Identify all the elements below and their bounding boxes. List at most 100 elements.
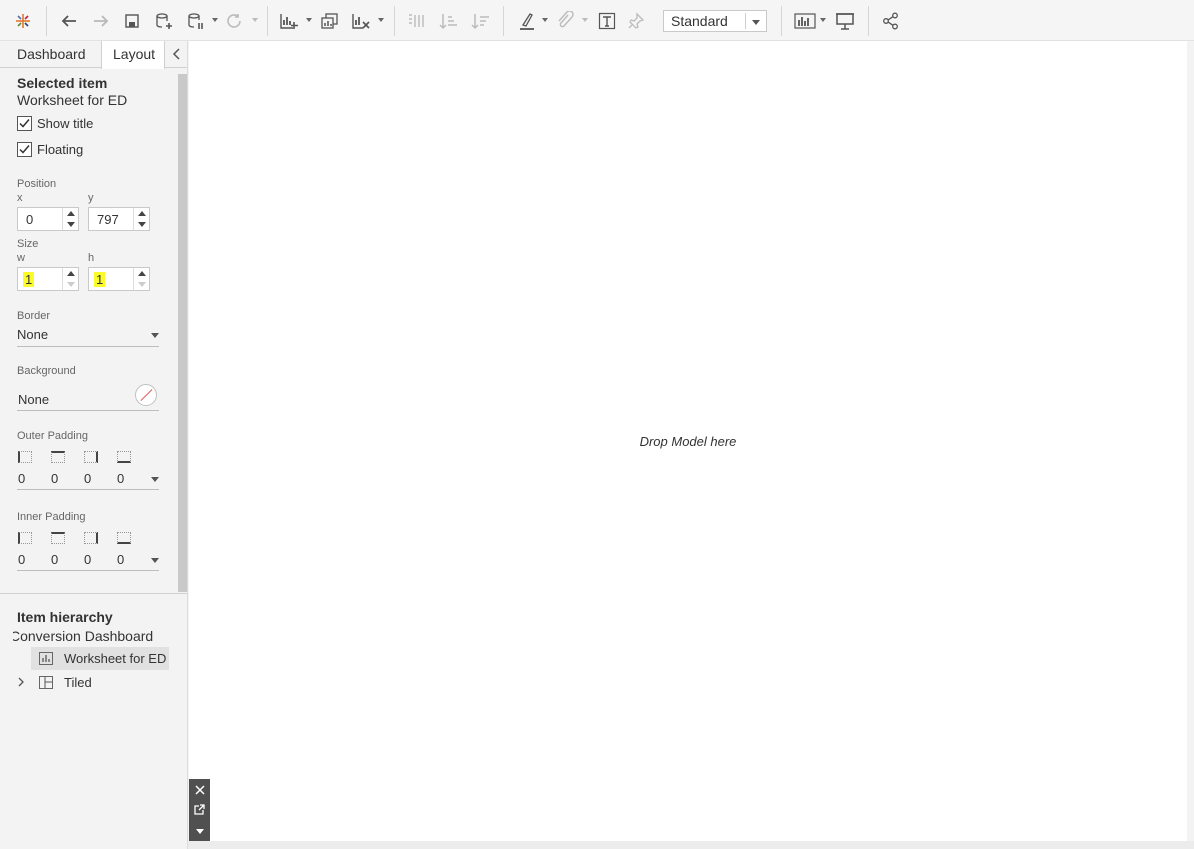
show-title-label: Show title xyxy=(37,116,94,131)
clear-sheet-icon[interactable] xyxy=(350,8,372,34)
hierarchy-item-label[interactable]: Tiled xyxy=(64,675,92,690)
floating-checkbox[interactable] xyxy=(17,142,32,157)
undo-icon[interactable] xyxy=(58,8,80,34)
presentation-mode-icon[interactable] xyxy=(834,8,856,34)
outer-padding-underline xyxy=(17,489,159,490)
selected-item-section: Selected item Worksheet for ED Show titl… xyxy=(0,74,187,592)
swap-rows-columns-icon[interactable] xyxy=(405,8,427,34)
item-hierarchy-section: Item hierarchy Conversion Dashboard Work… xyxy=(0,593,187,849)
height-stepper-buttons[interactable] xyxy=(133,268,149,290)
sort-descending-icon[interactable] xyxy=(470,8,492,34)
outer-padding-bottom: 0 xyxy=(117,471,125,486)
new-worksheet-dropdown[interactable] xyxy=(306,18,312,22)
tab-layout[interactable]: Layout xyxy=(101,41,165,69)
share-icon[interactable] xyxy=(880,8,902,34)
pad-left-icon xyxy=(18,451,32,463)
pad-bottom-icon xyxy=(117,451,131,463)
show-me-dropdown[interactable] xyxy=(820,18,826,22)
refresh-icon[interactable] xyxy=(224,8,244,34)
tableau-logo-icon[interactable] xyxy=(12,8,34,34)
width-stepper[interactable]: 1 xyxy=(17,267,79,291)
pad-top-icon xyxy=(51,532,65,544)
toolbar-separator xyxy=(46,6,47,36)
inner-padding-dropdown-icon[interactable] xyxy=(151,558,159,563)
border-select-value[interactable]: None xyxy=(17,327,48,342)
duplicate-sheet-icon[interactable] xyxy=(319,8,341,34)
highlight-dropdown[interactable] xyxy=(542,18,548,22)
selected-item-name: Worksheet for ED xyxy=(17,92,128,108)
pad-left-icon xyxy=(18,532,32,544)
border-underline xyxy=(17,346,159,347)
y-label: y xyxy=(88,192,94,204)
redo-icon[interactable] xyxy=(90,8,112,34)
height-stepper[interactable]: 1 xyxy=(88,267,150,291)
x-position-value: 0 xyxy=(26,212,34,227)
group-dropdown[interactable] xyxy=(582,18,588,22)
highlight-icon[interactable] xyxy=(516,8,538,34)
height-value: 1 xyxy=(94,272,106,287)
pause-updates-dropdown[interactable] xyxy=(212,18,218,22)
hierarchy-root[interactable]: Conversion Dashboard xyxy=(13,628,183,644)
x-position-stepper[interactable]: 0 xyxy=(17,207,79,231)
show-title-checkbox[interactable] xyxy=(17,116,32,131)
inner-padding-top: 0 xyxy=(51,552,59,567)
pad-right-icon xyxy=(84,451,98,463)
fit-dropdown[interactable]: Standard xyxy=(663,10,767,32)
y-stepper-buttons[interactable] xyxy=(133,208,149,230)
x-label: x xyxy=(17,192,23,204)
tab-dashboard[interactable]: Dashboard xyxy=(17,41,86,68)
clear-sheet-dropdown[interactable] xyxy=(378,18,384,22)
toolbar: Standard xyxy=(0,0,1194,41)
dashboard-canvas[interactable]: Drop Model here xyxy=(189,41,1187,841)
sort-ascending-icon[interactable] xyxy=(438,8,460,34)
collapse-panel-icon[interactable] xyxy=(170,47,184,61)
new-data-source-icon[interactable] xyxy=(154,8,174,34)
pad-right-icon xyxy=(84,532,98,544)
tiled-container-icon xyxy=(39,676,53,689)
outer-padding-top: 0 xyxy=(51,471,59,486)
no-color-swatch-icon[interactable] xyxy=(135,384,157,406)
more-options-icon[interactable] xyxy=(192,823,207,838)
background-label: Background xyxy=(17,365,76,377)
floating-item-toolbar xyxy=(189,779,210,842)
background-select-value[interactable]: None xyxy=(18,392,49,407)
y-position-stepper[interactable]: 797 xyxy=(88,207,150,231)
close-icon[interactable] xyxy=(192,782,207,797)
inner-padding-right: 0 xyxy=(84,552,92,567)
outer-padding-left: 0 xyxy=(18,471,26,486)
panel-tabs: Dashboard Layout xyxy=(0,41,187,69)
chevron-right-icon[interactable] xyxy=(15,676,27,688)
inner-padding-left: 0 xyxy=(18,552,26,567)
item-hierarchy-heading: Item hierarchy xyxy=(17,609,113,625)
toolbar-separator xyxy=(781,6,782,36)
fit-value: Standard xyxy=(671,13,728,29)
width-stepper-buttons[interactable] xyxy=(62,268,78,290)
w-label: w xyxy=(17,252,25,264)
group-icon[interactable] xyxy=(554,8,576,34)
toolbar-separator xyxy=(267,6,268,36)
x-stepper-buttons[interactable] xyxy=(62,208,78,230)
save-icon[interactable] xyxy=(122,8,142,34)
toolbar-separator xyxy=(868,6,869,36)
border-dropdown-icon[interactable] xyxy=(151,333,159,338)
show-labels-icon[interactable] xyxy=(596,8,618,34)
pause-updates-icon[interactable] xyxy=(186,8,206,34)
border-label: Border xyxy=(17,310,51,322)
floating-label: Floating xyxy=(37,142,84,157)
fix-axes-icon[interactable] xyxy=(625,8,647,34)
h-label: h xyxy=(88,252,95,264)
chevron-down-icon xyxy=(752,20,760,25)
layout-panel: Dashboard Layout Selected item Worksheet… xyxy=(0,41,188,849)
size-label: Size xyxy=(17,238,39,250)
drop-hint: Drop Model here xyxy=(639,434,737,449)
new-worksheet-icon[interactable] xyxy=(278,8,300,34)
worksheet-icon xyxy=(39,652,53,665)
refresh-dropdown[interactable] xyxy=(252,18,258,22)
panel-scrollbar[interactable] xyxy=(178,74,187,592)
show-me-icon[interactable] xyxy=(793,8,817,34)
position-label: Position xyxy=(17,178,57,190)
outer-padding-dropdown-icon[interactable] xyxy=(151,477,159,482)
go-to-sheet-icon[interactable] xyxy=(192,802,207,817)
pad-top-icon xyxy=(51,451,65,463)
inner-padding-label: Inner Padding xyxy=(17,511,86,523)
